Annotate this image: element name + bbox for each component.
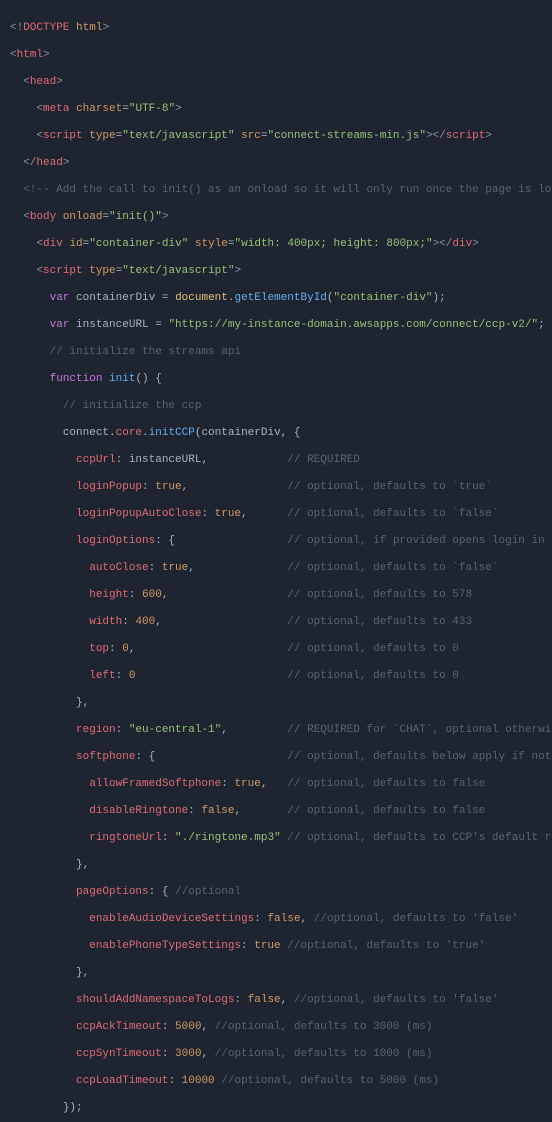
code-line: <body onload="init()"> xyxy=(10,211,542,225)
code-line: </head> xyxy=(10,157,542,171)
code-line: region: "eu-central-1", // REQUIRED for … xyxy=(10,724,542,738)
code-line: <script type="text/javascript" src="conn… xyxy=(10,130,542,144)
code-line: // initialize the streams api xyxy=(10,346,542,360)
code-line: }); xyxy=(10,1102,542,1116)
code-line: loginPopupAutoClose: true, // optional, … xyxy=(10,508,542,522)
code-line: ccpUrl: instanceURL, // REQUIRED xyxy=(10,454,542,468)
code-line: <html> xyxy=(10,49,542,63)
code-line: width: 400, // optional, defaults to 433 xyxy=(10,616,542,630)
code-line: left: 0 // optional, defaults to 0 xyxy=(10,670,542,684)
code-editor: <!DOCTYPE html> <html> <head> <meta char… xyxy=(0,0,552,1122)
code-line: height: 600, // optional, defaults to 57… xyxy=(10,589,542,603)
code-line: ccpSynTimeout: 3000, //optional, default… xyxy=(10,1048,542,1062)
code-line: function init() { xyxy=(10,373,542,387)
code-line: <!DOCTYPE html> xyxy=(10,22,542,36)
code-line: <head> xyxy=(10,76,542,90)
code-line: disableRingtone: false, // optional, def… xyxy=(10,805,542,819)
script-src: connect-streams-min.js xyxy=(274,130,419,142)
code-line: }, xyxy=(10,697,542,711)
code-line: connect.core.initCCP(containerDiv, { xyxy=(10,427,542,441)
code-line: ccpAckTimeout: 5000, //optional, default… xyxy=(10,1021,542,1035)
code-line: enablePhoneTypeSettings: true //optional… xyxy=(10,940,542,954)
code-line: pageOptions: { //optional xyxy=(10,886,542,900)
code-line: <script type="text/javascript"> xyxy=(10,265,542,279)
code-line: var instanceURL = "https://my-instance-d… xyxy=(10,319,542,333)
code-line: softphone: { // optional, defaults below… xyxy=(10,751,542,765)
code-line: top: 0, // optional, defaults to 0 xyxy=(10,643,542,657)
code-line: loginOptions: { // optional, if provided… xyxy=(10,535,542,549)
code-line: // initialize the ccp xyxy=(10,400,542,414)
code-line: shouldAddNamespaceToLogs: false, //optio… xyxy=(10,994,542,1008)
code-line: <meta charset="UTF-8"> xyxy=(10,103,542,117)
html-comment: <!-- Add the call to init() as an onload… xyxy=(23,184,552,196)
code-line: loginPopup: true, // optional, defaults … xyxy=(10,481,542,495)
code-line: var containerDiv = document.getElementBy… xyxy=(10,292,542,306)
code-line: }, xyxy=(10,967,542,981)
code-line: <!-- Add the call to init() as an onload… xyxy=(10,184,542,198)
code-line: autoClose: true, // optional, defaults t… xyxy=(10,562,542,576)
code-line: enableAudioDeviceSettings: false, //opti… xyxy=(10,913,542,927)
code-line: <div id="container-div" style="width: 40… xyxy=(10,238,542,252)
code-line: ringtoneUrl: "./ringtone.mp3" // optiona… xyxy=(10,832,542,846)
code-line: }, xyxy=(10,859,542,873)
code-line: allowFramedSoftphone: true, // optional,… xyxy=(10,778,542,792)
charset-value: UTF-8 xyxy=(135,103,168,115)
code-line: ccpLoadTimeout: 10000 //optional, defaul… xyxy=(10,1075,542,1089)
